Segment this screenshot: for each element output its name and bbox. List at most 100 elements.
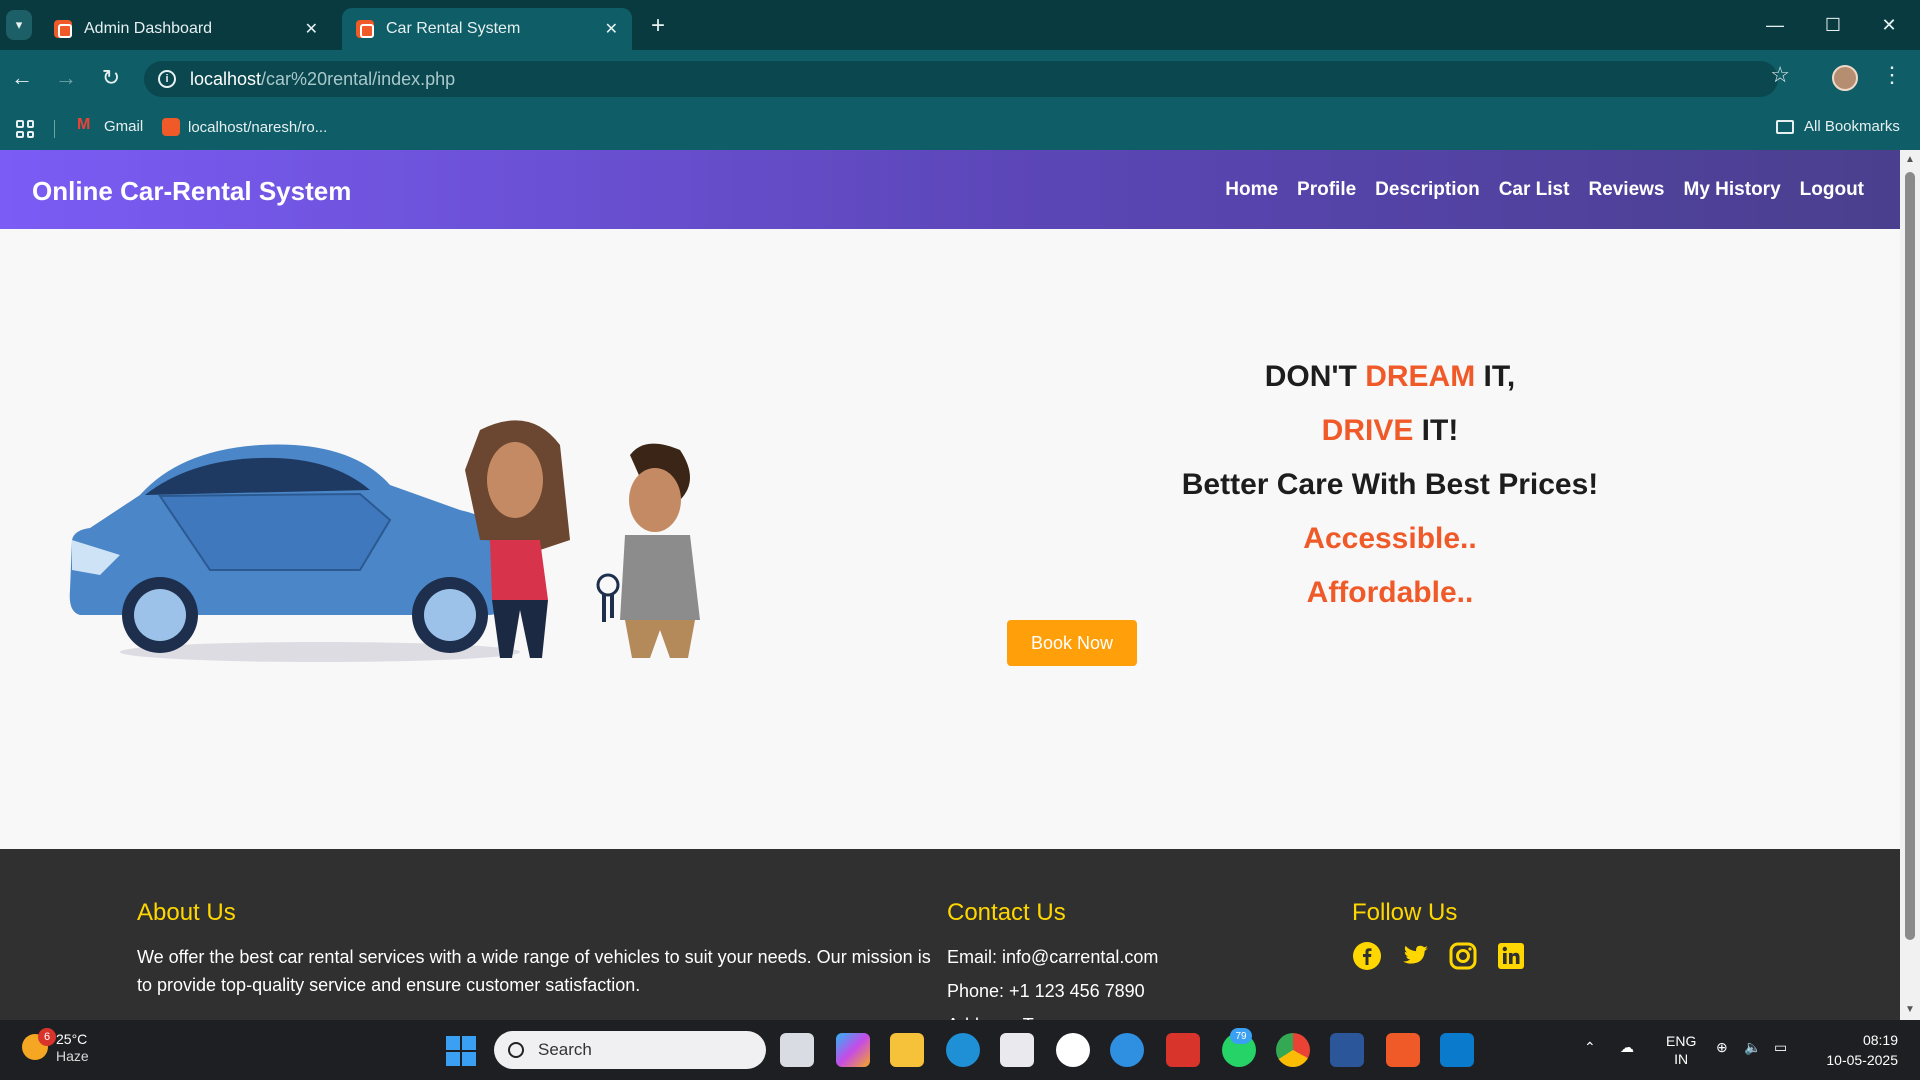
bookmark-label: localhost/naresh/ro... [188,118,328,136]
nav-car-list-link[interactable]: Car List [1499,179,1570,201]
xampp-icon[interactable] [1386,1033,1420,1067]
address-bar-row: ← → ↻ i localhost /car%20rental/index.ph… [0,50,1920,106]
scrollbar-thumb[interactable] [1905,172,1915,940]
about-section: About Us We offer the best car rental se… [137,899,937,999]
forward-button[interactable]: → [50,62,82,94]
weather-icon: 6 [22,1028,56,1060]
reload-button[interactable]: ↻ [95,62,127,94]
back-button[interactable]: ← [6,62,38,94]
site-navbar: Online Car-Rental System Home Profile De… [0,150,1900,229]
url-input[interactable]: i localhost /car%20rental/index.php [144,61,1778,97]
window-close-button[interactable]: ✕ [1866,10,1912,40]
hero-line-dream: DON'T DREAM IT, [1264,360,1516,393]
close-icon[interactable]: ✕ [605,19,618,39]
page-viewport: Online Car-Rental System Home Profile De… [0,150,1900,1020]
nav-reviews-link[interactable]: Reviews [1588,179,1664,201]
volume-icon[interactable]: 🔈 [1744,1038,1761,1056]
nav-logout-link[interactable]: Logout [1800,179,1864,201]
xampp-favicon-icon [54,20,72,38]
bookmark-star-icon[interactable]: ☆ [1770,62,1790,88]
page-scrollbar[interactable]: ▲ ▼ [1900,150,1920,1020]
task-view-icon[interactable] [780,1033,814,1067]
hero-line-drive: DRIVE IT! [1321,414,1459,447]
bookmarks-bar: Gmail localhost/naresh/ro... All Bookmar… [0,106,1920,150]
site-brand[interactable]: Online Car-Rental System [32,176,351,207]
vscode-icon[interactable] [1440,1033,1474,1067]
about-heading: About Us [137,899,236,926]
show-hidden-icons-icon[interactable]: ⌃ [1584,1038,1596,1056]
bookmarks-divider [54,120,55,138]
network-icon[interactable]: ⊕ [1716,1038,1728,1056]
bookmark-localhost[interactable]: localhost/naresh/ro... [162,118,327,136]
whatsapp-badge: 79 [1230,1028,1252,1044]
apps-grid-icon[interactable] [16,120,34,138]
browser-menu-icon[interactable]: ⋮ [1880,62,1904,88]
scroll-down-arrow-icon[interactable]: ▼ [1904,1004,1916,1016]
nav-profile-link[interactable]: Profile [1297,179,1356,201]
site-nav-links: Home Profile Description Car List Review… [1225,179,1864,201]
minimize-button[interactable]: — [1752,10,1798,40]
bookmark-gmail[interactable]: Gmail [76,116,144,135]
browser-tab-strip: ▾ Admin Dashboard ✕ Car Rental System ✕ … [0,0,1920,50]
hero-line-accessible: Accessible.. [1303,522,1477,555]
battery-icon[interactable]: ▭ [1774,1038,1787,1056]
mcafee-icon[interactable] [1166,1033,1200,1067]
word-icon[interactable] [1330,1033,1364,1067]
onedrive-icon[interactable]: ☁ [1620,1038,1634,1056]
weather-widget[interactable]: 6 25°C Haze [22,1028,89,1064]
nav-description-link[interactable]: Description [1375,179,1480,201]
language-indicator[interactable]: ENG IN [1666,1032,1696,1068]
weather-condition: Haze [56,1048,89,1064]
close-icon[interactable]: ✕ [305,19,318,39]
copilot-icon[interactable] [836,1033,870,1067]
microsoft-store-icon[interactable] [1000,1033,1034,1067]
tab-admin-dashboard[interactable]: Admin Dashboard ✕ [40,8,332,50]
contact-email: Email: info@carrental.com [947,947,1159,967]
help-icon[interactable] [1110,1033,1144,1067]
nav-home-link[interactable]: Home [1225,179,1278,201]
app-icon[interactable] [1056,1033,1090,1067]
chrome-icon[interactable] [1276,1033,1310,1067]
tab-car-rental-system[interactable]: Car Rental System ✕ [342,8,632,50]
new-tab-button[interactable]: + [644,12,672,40]
twitter-icon[interactable] [1400,941,1430,971]
xampp-favicon-icon [356,20,374,38]
about-text: We offer the best car rental services wi… [137,947,931,995]
file-explorer-icon[interactable] [890,1033,924,1067]
taskbar-search[interactable]: Search [494,1031,766,1069]
windows-start-icon[interactable] [446,1036,476,1066]
hero-line-prices: Better Care With Best Prices! [1181,468,1599,501]
tab-title: Car Rental System [386,20,521,37]
folder-icon [1776,119,1794,134]
profile-avatar[interactable] [1832,65,1858,91]
car-rental-illustration [69,420,700,662]
maximize-button[interactable]: ☐ [1810,10,1856,40]
clock-time: 08:19 [1862,1032,1898,1048]
follow-section: Follow Us [1352,899,1652,971]
tab-search-button[interactable]: ▾ [6,10,32,40]
contact-heading: Contact Us [947,899,1066,926]
clock-date: 10-05-2025 [1826,1052,1898,1068]
gmail-icon [76,116,96,134]
book-now-button[interactable]: Book Now [1007,620,1137,666]
edge-icon[interactable] [946,1033,980,1067]
dream-word: DREAM [1365,360,1476,393]
facebook-icon[interactable] [1352,941,1382,971]
windows-taskbar: 6 25°C Haze Search 79 ⌃ ☁ ENG IN ⊕ 🔈 ▭ 0… [0,1020,1920,1080]
linkedin-icon[interactable] [1496,941,1526,971]
hero-tagline: DON'T DREAM IT, DRIVE IT! Better Care Wi… [1100,350,1680,620]
nav-my-history-link[interactable]: My History [1684,179,1781,201]
all-bookmarks[interactable]: All Bookmarks [1776,118,1900,135]
site-info-icon[interactable]: i [158,70,176,88]
temperature: 25°C [56,1031,88,1047]
instagram-icon[interactable] [1448,941,1478,971]
contact-phone: Phone: +1 123 456 7890 [947,981,1145,1001]
bookmark-label: Gmail [104,118,144,135]
drive-word: DRIVE [1321,414,1414,447]
scroll-up-arrow-icon[interactable]: ▲ [1904,154,1916,166]
hero-line-affordable: Affordable.. [1306,576,1474,609]
notification-badge: 6 [38,1028,56,1046]
region-code: IN [1674,1051,1689,1067]
system-clock[interactable]: 08:19 10-05-2025 [1826,1030,1898,1070]
language-code: ENG [1666,1033,1697,1049]
